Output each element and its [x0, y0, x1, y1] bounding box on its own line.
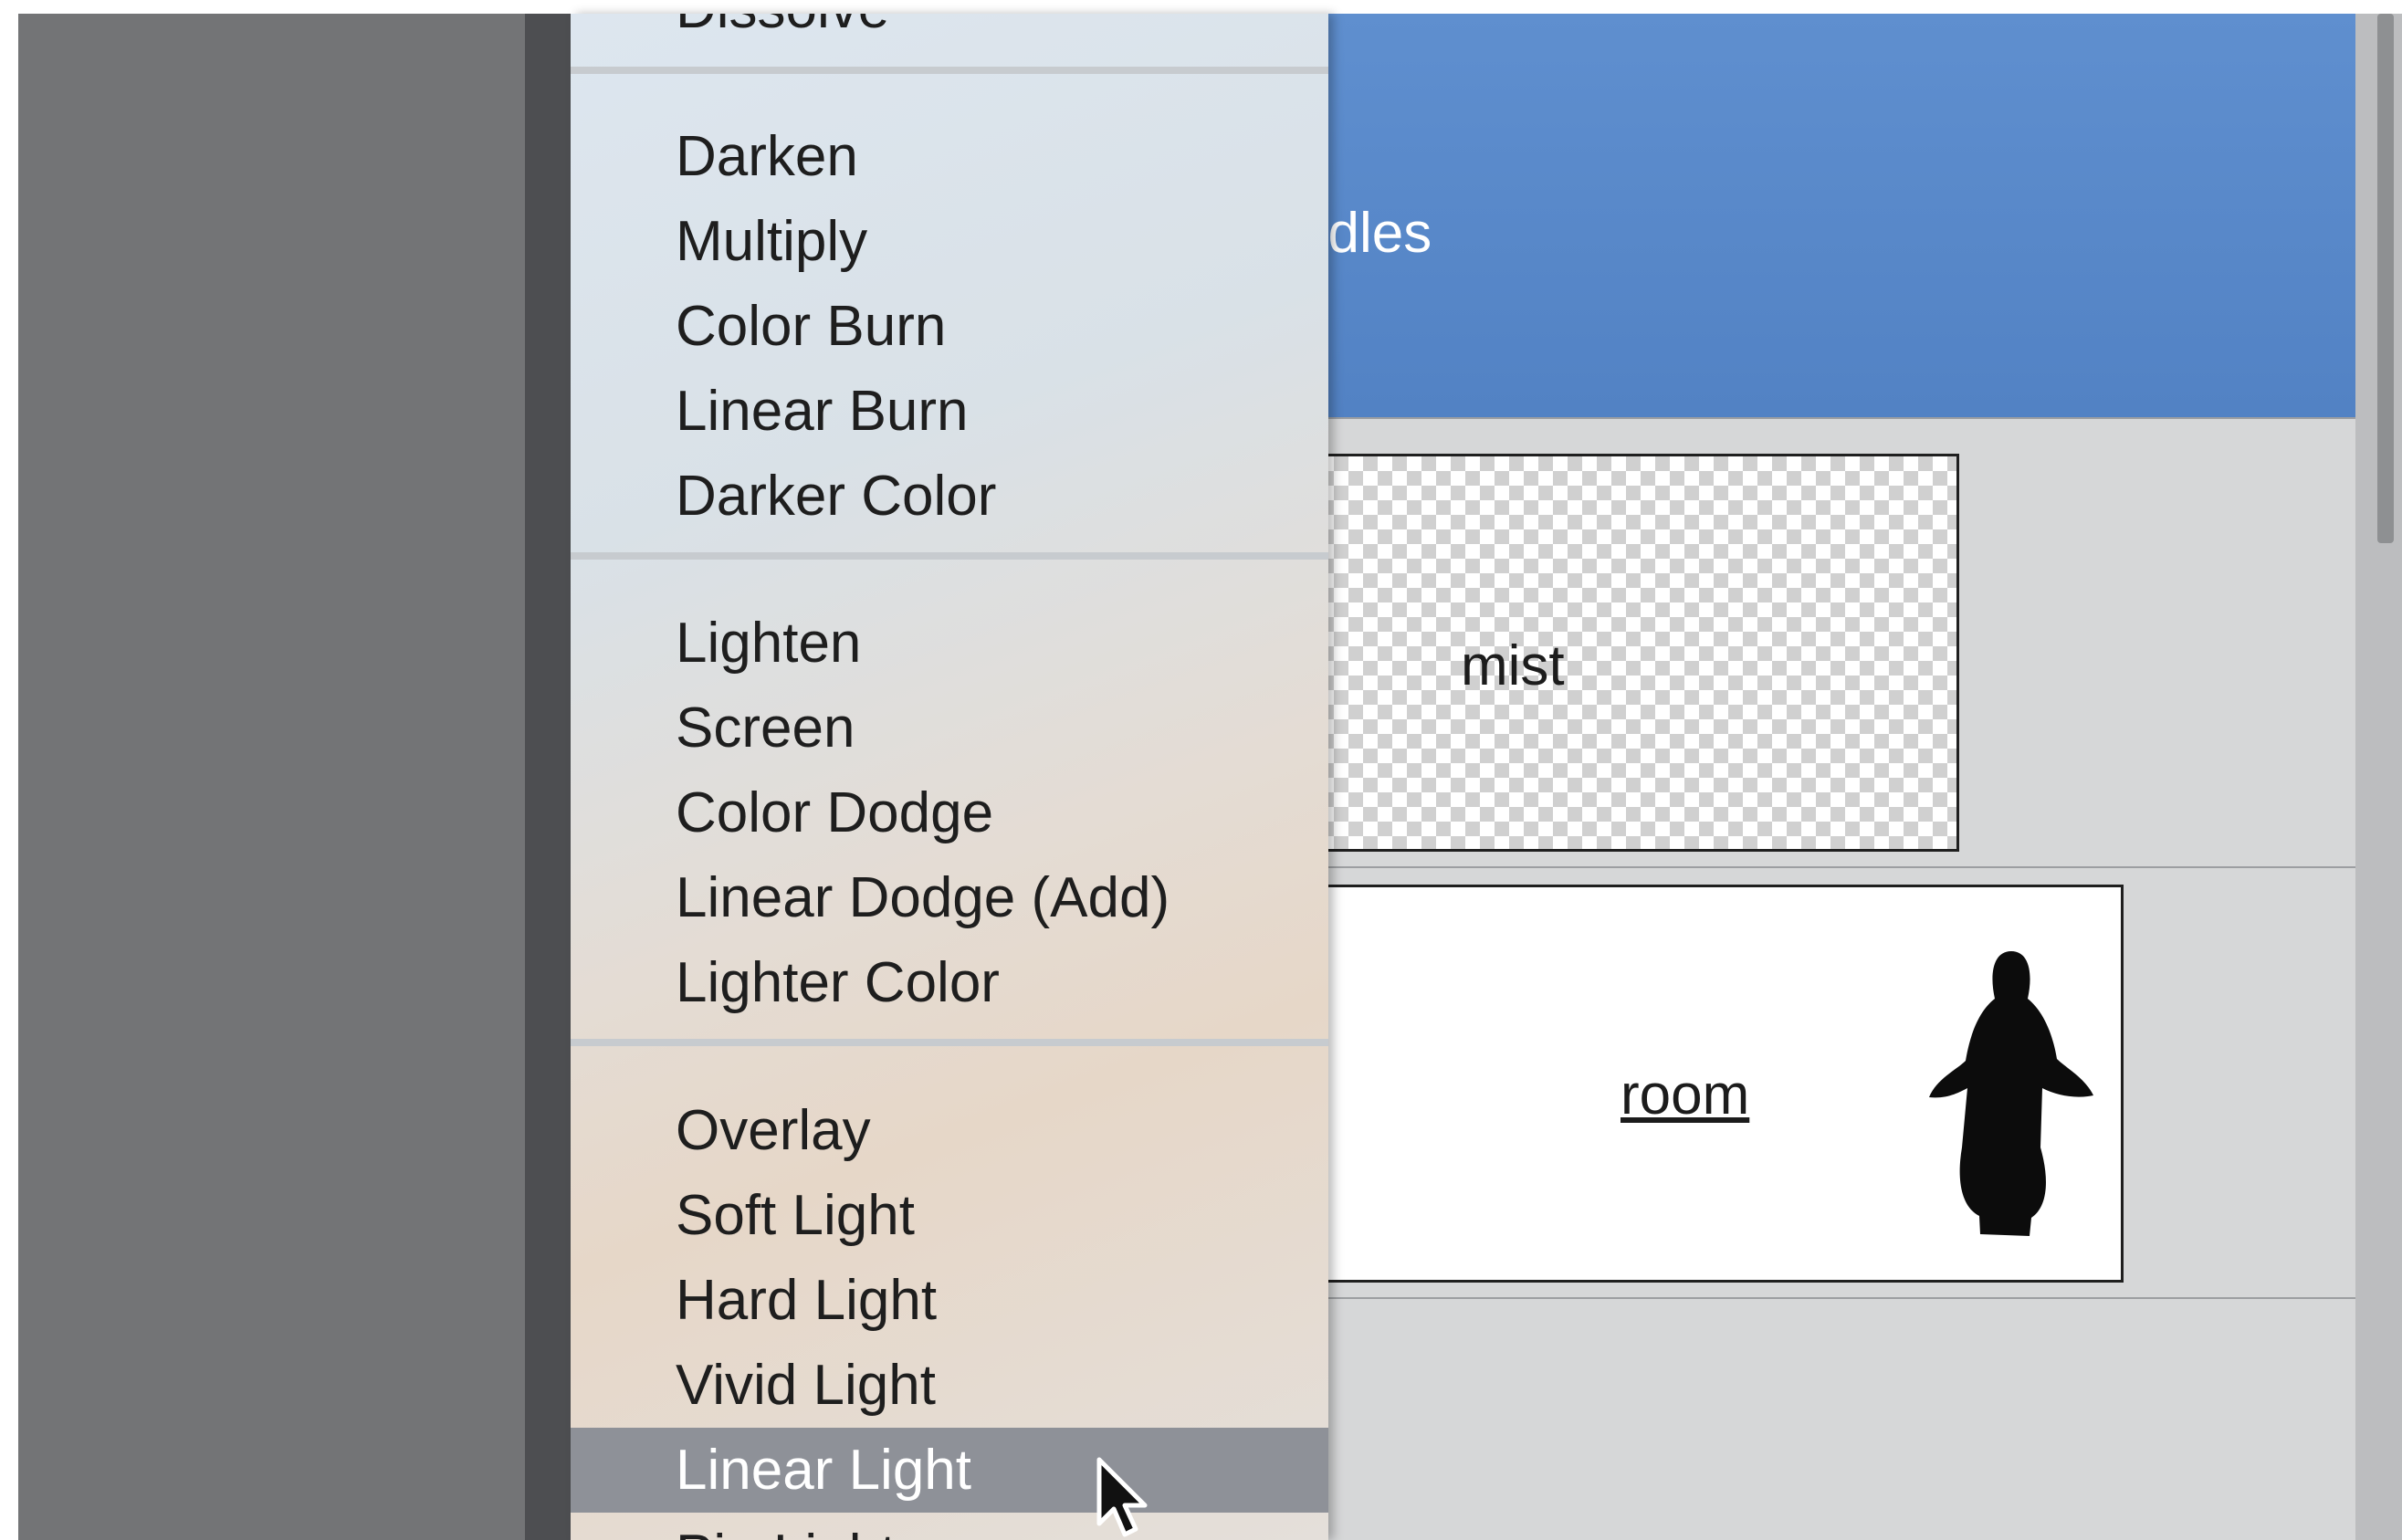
- silhouette-icon: [1929, 951, 2093, 1236]
- menu-item-pin-light[interactable]: Pin Light: [571, 1513, 1328, 1540]
- mouse-pointer-icon: [1096, 1457, 1148, 1537]
- menu-item-linear-burn[interactable]: Linear Burn: [571, 369, 1328, 454]
- panel-edge: [525, 14, 571, 1540]
- menu-item-color-dodge[interactable]: Color Dodge: [571, 770, 1328, 855]
- layer-name: mist: [1461, 634, 1565, 697]
- menu-item-linear-dodge-add[interactable]: Linear Dodge (Add): [571, 855, 1328, 940]
- menu-item-linear-light[interactable]: Linear Light: [571, 1428, 1328, 1513]
- menu-item-darker-color[interactable]: Darker Color: [571, 454, 1328, 539]
- menu-item-multiply[interactable]: Multiply: [571, 199, 1328, 284]
- menu-item-hard-light[interactable]: Hard Light: [571, 1258, 1328, 1343]
- menu-item-lighter-color[interactable]: Lighter Color: [571, 940, 1328, 1025]
- menu-item-lighten[interactable]: Lighten: [571, 601, 1328, 686]
- menu-separator: [571, 552, 1328, 560]
- screenshot-canvas: ndles mist room l Dissolve Darken Multip…: [0, 0, 2402, 1540]
- menu-item-screen[interactable]: Screen: [571, 686, 1328, 770]
- menu-item-dissolve[interactable]: Dissolve: [571, 14, 1328, 51]
- workspace-gutter: [18, 14, 525, 1540]
- menu-item-overlay[interactable]: Overlay: [571, 1088, 1328, 1173]
- layer-name: room: [1621, 1063, 1750, 1126]
- menu-separator: [571, 1039, 1328, 1046]
- blend-mode-menu: Dissolve Darken Multiply Color Burn Line…: [571, 14, 1328, 1540]
- menu-item-color-burn[interactable]: Color Burn: [571, 284, 1328, 369]
- layers-scrollbar-thumb[interactable]: [2377, 14, 2394, 543]
- menu-item-vivid-light[interactable]: Vivid Light: [571, 1343, 1328, 1428]
- menu-item-darken[interactable]: Darken: [571, 114, 1328, 199]
- menu-separator: [571, 67, 1328, 74]
- menu-item-soft-light[interactable]: Soft Light: [571, 1173, 1328, 1258]
